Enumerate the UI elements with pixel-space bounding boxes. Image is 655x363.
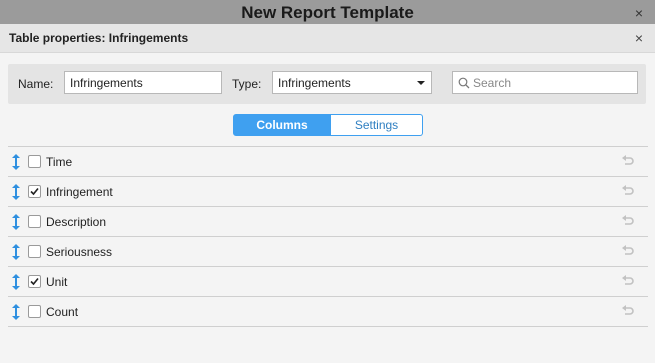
- background-window-titlebar: New Report Template ×: [0, 0, 655, 27]
- list-item[interactable]: Description: [8, 207, 648, 237]
- drag-handle-icon[interactable]: [11, 214, 21, 230]
- search-icon: [458, 77, 470, 89]
- type-select-value: Infringements: [278, 76, 351, 90]
- list-item[interactable]: Infringement: [8, 177, 648, 207]
- column-label: Count: [46, 305, 79, 319]
- undo-icon[interactable]: [621, 185, 634, 197]
- column-label: Unit: [46, 275, 68, 289]
- checkmark-icon: [30, 187, 39, 196]
- column-checkbox[interactable]: [28, 305, 41, 318]
- type-select[interactable]: Infringements: [272, 71, 432, 94]
- dialog-title: Table properties: Infringements: [9, 31, 189, 45]
- drag-handle-icon[interactable]: [11, 184, 21, 200]
- undo-icon[interactable]: [621, 245, 634, 257]
- search-input[interactable]: Search: [452, 71, 638, 94]
- type-label: Type:: [232, 77, 262, 91]
- column-checkbox[interactable]: [28, 245, 41, 258]
- drag-handle-icon[interactable]: [11, 154, 21, 170]
- name-input[interactable]: Infringements: [64, 71, 222, 94]
- drag-handle-icon[interactable]: [11, 274, 21, 290]
- dialog-header: Table properties: Infringements ×: [0, 24, 655, 53]
- undo-icon[interactable]: [621, 275, 634, 287]
- list-item[interactable]: Unit: [8, 267, 648, 297]
- table-properties-dialog: Table properties: Infringements × Name: …: [0, 24, 655, 363]
- name-input-value: Infringements: [70, 76, 143, 90]
- column-checkbox[interactable]: [28, 185, 41, 198]
- dropdown-arrow-icon: [417, 81, 425, 85]
- column-label: Description: [46, 215, 107, 229]
- undo-icon[interactable]: [621, 215, 634, 227]
- column-checkbox[interactable]: [28, 215, 41, 228]
- drag-handle-icon[interactable]: [11, 244, 21, 260]
- name-label: Name:: [18, 77, 54, 91]
- drag-handle-icon[interactable]: [11, 304, 21, 320]
- checkmark-icon: [30, 277, 39, 286]
- column-label: Time: [46, 155, 73, 169]
- background-close-icon[interactable]: ×: [635, 5, 643, 21]
- background-window-title: New Report Template: [241, 3, 414, 22]
- list-item[interactable]: Seriousness: [8, 237, 648, 267]
- columns-list: Time Infringement Description Seriousness Un…: [8, 146, 648, 327]
- column-label: Seriousness: [46, 245, 113, 259]
- close-icon[interactable]: ×: [635, 30, 643, 46]
- tab-settings[interactable]: Settings: [331, 114, 423, 136]
- list-item[interactable]: Time: [8, 147, 648, 177]
- tab-columns[interactable]: Columns: [233, 114, 331, 136]
- column-checkbox[interactable]: [28, 275, 41, 288]
- undo-icon[interactable]: [621, 155, 634, 167]
- list-item[interactable]: Count: [8, 297, 648, 327]
- filter-bar: Name: Infringements Type: Infringements …: [8, 64, 646, 104]
- column-label: Infringement: [46, 185, 113, 199]
- column-checkbox[interactable]: [28, 155, 41, 168]
- search-placeholder: Search: [473, 76, 512, 90]
- undo-icon[interactable]: [621, 305, 634, 317]
